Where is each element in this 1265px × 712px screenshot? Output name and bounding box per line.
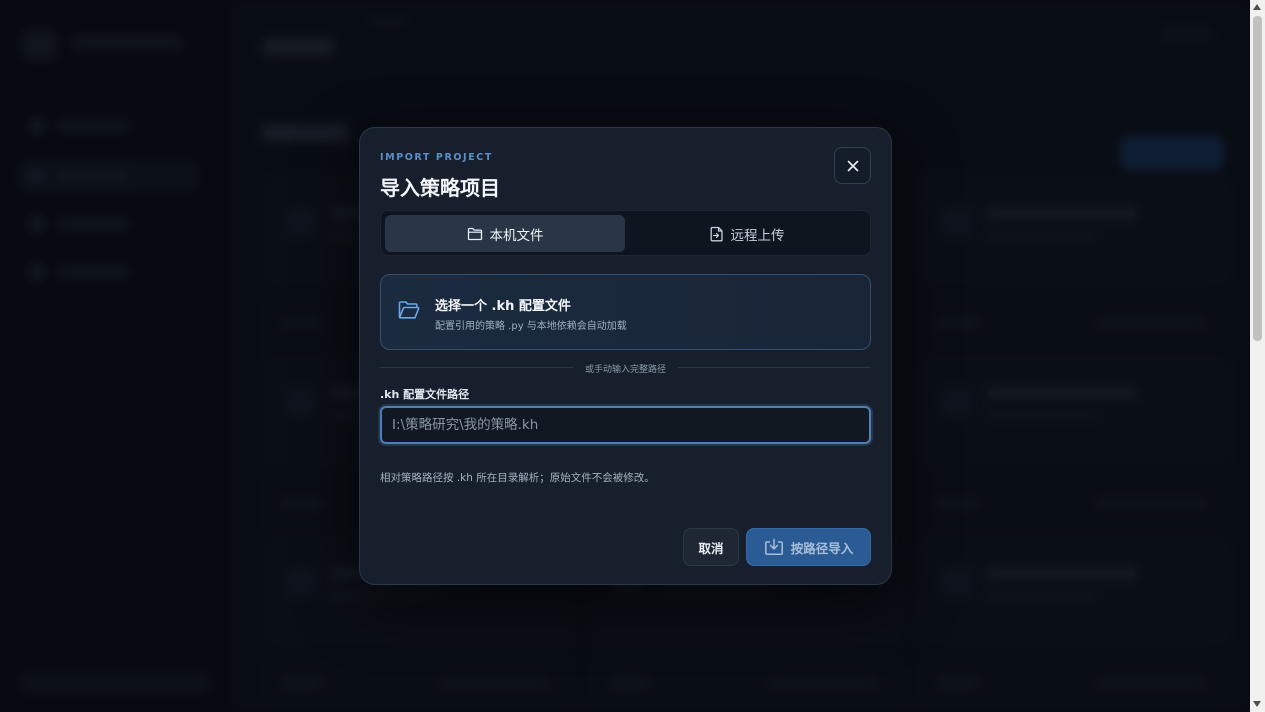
path-field-label: .kh 配置文件路径 <box>380 388 470 401</box>
tab-remote-upload-label: 远程上传 <box>730 227 785 244</box>
path-hint-text: 相对策略路径按 .kh 所在目录解析；原始文件不会被修改。 <box>380 472 655 484</box>
source-tabs: 本机文件 远程上传 <box>380 210 871 256</box>
scroll-up-arrow-icon[interactable] <box>1253 4 1261 10</box>
dialog-title: 导入策略项目 <box>380 176 500 200</box>
choose-kh-file-button[interactable]: 选择一个 .kh 配置文件 配置引用的策略 .py 与本地依赖会自动加载 <box>380 274 871 350</box>
close-button[interactable] <box>834 147 871 184</box>
page-scrollbar[interactable] <box>1250 0 1265 712</box>
folder-icon <box>467 227 482 240</box>
import-project-dialog: IMPORT PROJECT 导入策略项目 本机文件 远程上传 选择一个 .kh… <box>359 127 892 585</box>
file-picker-description: 配置引用的策略 .py 与本地依赖会自动加载 <box>435 321 627 332</box>
import-by-path-button[interactable]: 按路径导入 <box>746 528 871 566</box>
download-tray-icon <box>764 538 783 555</box>
import-by-path-label: 按路径导入 <box>790 540 854 556</box>
tab-local-file-label: 本机文件 <box>489 227 544 244</box>
kh-path-input[interactable] <box>380 406 871 444</box>
close-icon <box>847 160 858 171</box>
file-picker-title: 选择一个 .kh 配置文件 <box>435 299 571 314</box>
folder-open-icon <box>398 301 420 319</box>
cancel-button[interactable]: 取消 <box>683 528 739 566</box>
divider-right <box>678 367 871 368</box>
file-upload-icon <box>710 226 723 241</box>
tab-local-file[interactable]: 本机文件 <box>385 215 625 252</box>
tab-remote-upload[interactable]: 远程上传 <box>627 215 867 252</box>
dialog-eyebrow: IMPORT PROJECT <box>380 152 493 163</box>
manual-path-divider-text: 或手动输入完整路径 <box>584 365 666 375</box>
scroll-down-arrow-icon[interactable] <box>1253 701 1261 707</box>
scrollbar-thumb[interactable] <box>1253 16 1262 341</box>
